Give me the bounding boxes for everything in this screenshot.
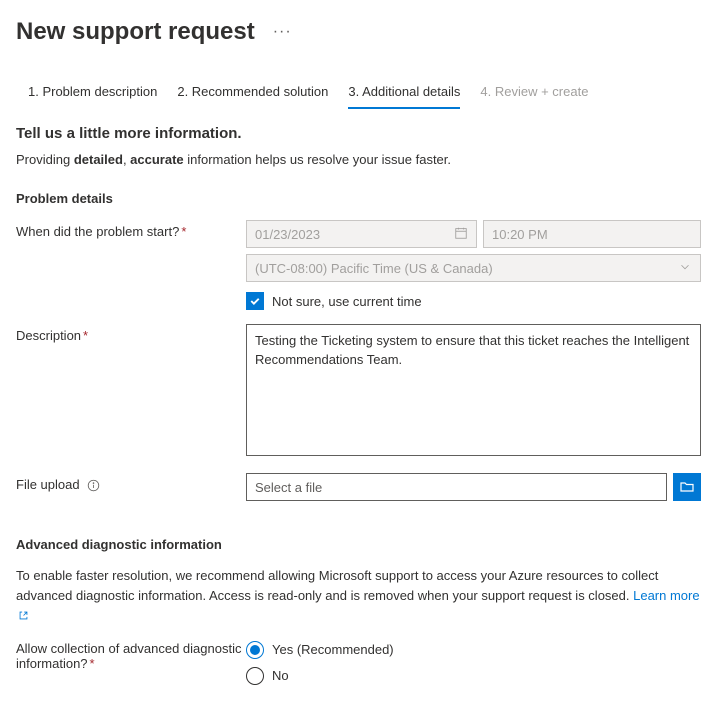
chevron-down-icon: [678, 260, 692, 277]
required-indicator: *: [181, 224, 186, 239]
intro-bold1: detailed: [74, 152, 123, 167]
radio-circle-unchecked: [246, 667, 264, 685]
advanced-title: Advanced diagnostic information: [16, 537, 701, 552]
timezone-value: (UTC-08:00) Pacific Time (US & Canada): [255, 261, 493, 276]
file-upload-label: File upload: [16, 473, 246, 492]
allow-label-text: Allow collection of advanced diagnostic …: [16, 641, 241, 671]
problem-details-title: Problem details: [16, 191, 701, 206]
file-browse-button[interactable]: [673, 473, 701, 501]
external-link-icon: [18, 610, 29, 621]
page-title: New support request: [16, 18, 255, 46]
not-sure-checkbox[interactable]: [246, 292, 264, 310]
allow-collection-label: Allow collection of advanced diagnostic …: [16, 641, 246, 671]
description-label-text: Description: [16, 328, 81, 343]
advanced-text: To enable faster resolution, we recommen…: [16, 568, 658, 603]
description-label: Description*: [16, 324, 246, 343]
intro-prefix: Providing: [16, 152, 74, 167]
intro-heading: Tell us a little more information.: [16, 125, 701, 142]
learn-more-link[interactable]: Learn more: [633, 588, 699, 603]
timezone-select[interactable]: (UTC-08:00) Pacific Time (US & Canada): [246, 254, 701, 282]
radio-circle-checked: [246, 641, 264, 659]
tab-additional-details[interactable]: 3. Additional details: [348, 84, 460, 109]
calendar-icon: [454, 226, 468, 243]
check-icon: [249, 295, 261, 307]
date-value: 01/23/2023: [255, 227, 320, 242]
file-select-input[interactable]: Select a file: [246, 473, 667, 501]
folder-icon: [679, 479, 695, 495]
intro-suffix: information helps us resolve your issue …: [184, 152, 451, 167]
radio-yes[interactable]: Yes (Recommended): [246, 641, 701, 659]
file-placeholder: Select a file: [255, 480, 322, 495]
date-input[interactable]: 01/23/2023: [246, 220, 477, 248]
required-indicator: *: [90, 656, 95, 671]
required-indicator: *: [83, 328, 88, 343]
intro-bold2: accurate: [130, 152, 183, 167]
tab-problem-description[interactable]: 1. Problem description: [28, 84, 157, 109]
file-label-text: File upload: [16, 477, 80, 492]
wizard-tabs: 1. Problem description 2. Recommended so…: [0, 66, 717, 109]
description-textarea[interactable]: [246, 324, 701, 456]
time-value: 10:20 PM: [492, 227, 548, 242]
when-start-label: When did the problem start?*: [16, 220, 246, 239]
radio-no[interactable]: No: [246, 667, 701, 685]
tab-review-create: 4. Review + create: [480, 84, 588, 109]
more-actions-button[interactable]: ···: [273, 24, 292, 40]
time-input[interactable]: 10:20 PM: [483, 220, 701, 248]
tab-recommended-solution[interactable]: 2. Recommended solution: [177, 84, 328, 109]
radio-no-label: No: [272, 668, 289, 683]
advanced-description: To enable faster resolution, we recommen…: [16, 566, 701, 625]
when-label-text: When did the problem start?: [16, 224, 179, 239]
not-sure-label: Not sure, use current time: [272, 294, 422, 309]
info-icon[interactable]: [87, 479, 100, 492]
intro-subtext: Providing detailed, accurate information…: [16, 152, 701, 167]
radio-yes-label: Yes (Recommended): [272, 642, 394, 657]
